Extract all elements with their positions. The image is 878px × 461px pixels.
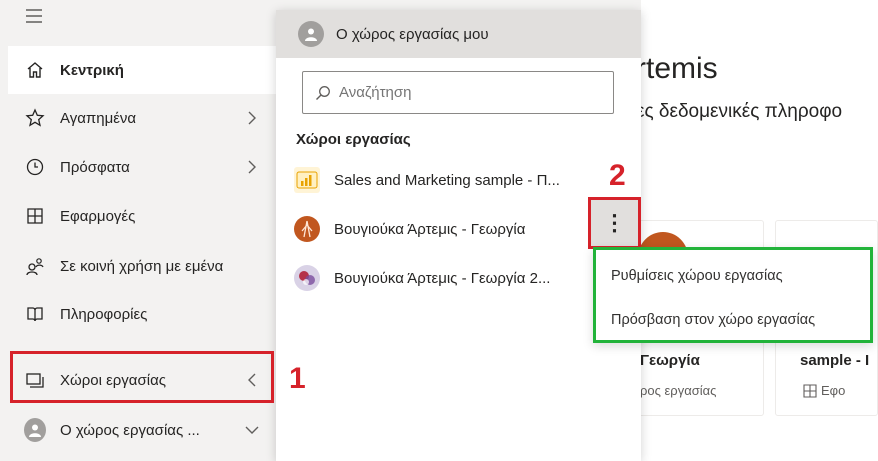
apps-icon bbox=[24, 205, 46, 227]
workspace-label: Βουγιούκα Άρτεμις - Γεωργία 2... bbox=[334, 269, 551, 287]
workspace-search-box[interactable] bbox=[302, 71, 614, 114]
apps-icon bbox=[803, 384, 817, 398]
more-vertical-icon: ⋮ bbox=[603, 210, 626, 235]
annotation-label-1: 1 bbox=[289, 362, 306, 395]
search-input[interactable] bbox=[339, 84, 589, 101]
nav-item-home[interactable]: Κεντρική bbox=[8, 46, 276, 94]
hamburger-icon[interactable] bbox=[24, 8, 44, 24]
workspace-logo-icon bbox=[294, 265, 320, 291]
my-workspace-label: Ο χώρος εργασίας μου bbox=[336, 25, 489, 43]
nav-label: Πρόσφατα bbox=[60, 158, 130, 176]
annotation-label-2: 2 bbox=[609, 159, 626, 192]
workspace-label: Sales and Marketing sample - Π... bbox=[334, 171, 560, 189]
home-icon bbox=[24, 59, 46, 81]
nav-item-shared[interactable]: Σε κοινή χρήση με εμένα bbox=[8, 242, 276, 290]
nav-label: Κεντρική bbox=[60, 61, 124, 79]
workspaces-flyout: Ο χώρος εργασίας μου Χώροι εργασίας Sale… bbox=[276, 10, 641, 461]
book-icon bbox=[24, 303, 46, 325]
workspace-logo-icon bbox=[294, 216, 320, 242]
nav-item-apps[interactable]: Εφαρμογές bbox=[8, 192, 276, 240]
nav-label: Σε κοινή χρήση με εμένα bbox=[60, 257, 224, 275]
section-title: Χώροι εργασίας bbox=[296, 131, 411, 148]
menu-item-workspace-settings[interactable]: Ρυθμίσεις χώρου εργασίας bbox=[611, 268, 783, 284]
search-icon bbox=[315, 85, 331, 101]
avatar-icon bbox=[24, 418, 46, 442]
page-subtitle-fragment: ες δεδομενικές πληροφο bbox=[636, 101, 843, 122]
more-options-button[interactable]: ⋮ bbox=[588, 197, 641, 249]
workspace-item[interactable]: Βουγιούκα Άρτεμις - Γεωργία 2... bbox=[276, 253, 641, 303]
workspace-label: Βουγιούκα Άρτεμις - Γεωργία bbox=[334, 220, 526, 238]
menu-item-workspace-access[interactable]: Πρόσβαση στον χώρο εργασίας bbox=[611, 312, 815, 328]
avatar-icon bbox=[298, 21, 324, 47]
nav-label: Αγαπημένα bbox=[60, 109, 137, 127]
star-icon bbox=[24, 107, 46, 129]
nav-item-learn[interactable]: Πληροφορίες bbox=[8, 290, 276, 338]
card-2-title: sample - I bbox=[800, 352, 870, 369]
card-1-title: Γεωργία bbox=[640, 352, 700, 369]
nav-label: Πληροφορίες bbox=[60, 305, 148, 323]
nav-label: Ο χώρος εργασίας ... bbox=[60, 421, 200, 439]
clock-icon bbox=[24, 156, 46, 178]
card-1-subtitle: ρος εργασίας bbox=[640, 383, 717, 398]
nav-item-recent[interactable]: Πρόσφατα bbox=[8, 143, 276, 191]
workspace-item[interactable]: Sales and Marketing sample - Π... bbox=[276, 155, 641, 205]
chevron-right-icon bbox=[242, 157, 262, 177]
nav-label: Εφαρμογές bbox=[60, 207, 136, 225]
nav-item-favorites[interactable]: Αγαπημένα bbox=[8, 94, 276, 142]
my-workspace-header[interactable]: Ο χώρος εργασίας μου bbox=[276, 10, 641, 58]
report-icon bbox=[294, 167, 320, 193]
shared-icon bbox=[24, 255, 46, 277]
chevron-down-icon bbox=[242, 420, 262, 440]
card-2-subtitle: Εφο bbox=[821, 383, 846, 398]
annotation-box-1 bbox=[10, 351, 274, 403]
page-title-fragment: rtemis bbox=[636, 52, 718, 85]
chevron-right-icon bbox=[242, 108, 262, 128]
workspace-context-menu: Ρυθμίσεις χώρου εργασίας Πρόσβαση στον χ… bbox=[593, 247, 873, 343]
nav-item-my-workspace[interactable]: Ο χώρος εργασίας ... bbox=[8, 406, 276, 454]
workspace-item[interactable]: Βουγιούκα Άρτεμις - Γεωργία bbox=[276, 204, 641, 254]
